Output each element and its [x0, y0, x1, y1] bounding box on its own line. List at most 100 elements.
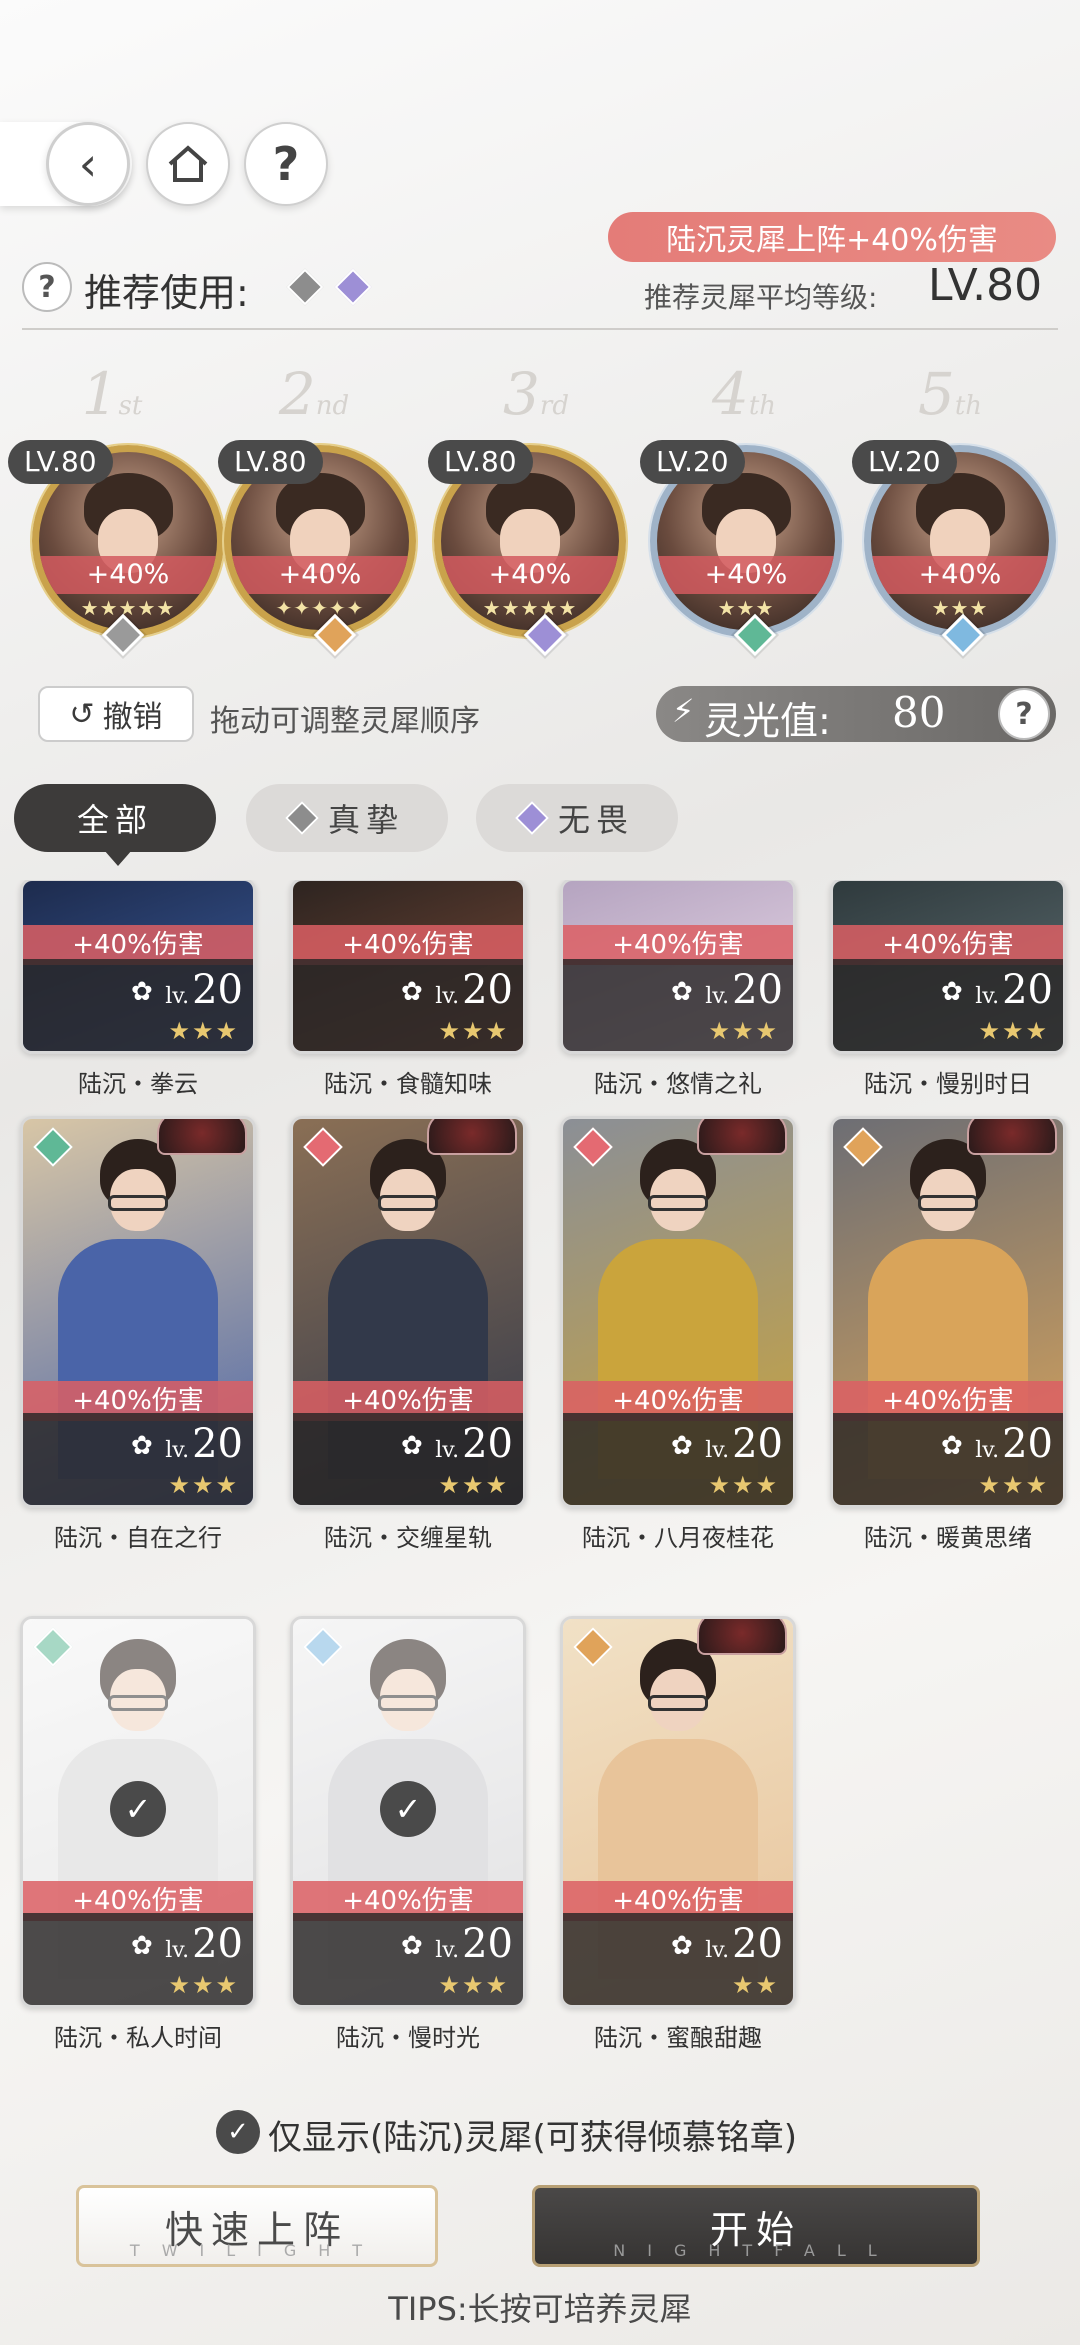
flower-icon: ✿	[941, 977, 963, 1007]
flower-icon: ✿	[131, 1931, 153, 1961]
card-name: 陆沉・蜜酿甜趣	[594, 2024, 762, 2052]
card-level: lv.20	[705, 1921, 783, 1967]
question-icon: ?	[272, 137, 300, 191]
flower-icon: ✿	[941, 1431, 963, 1461]
card-level: lv.20	[435, 1421, 513, 1467]
home-icon	[168, 145, 208, 182]
tab-sincere-label: 真挚	[327, 801, 404, 839]
energy-help-button[interactable]: ?	[998, 688, 1050, 740]
flower-icon: ✿	[401, 1431, 423, 1461]
card-level: lv.20	[165, 1921, 243, 1967]
rank-number-1: 1st	[81, 360, 143, 428]
tab-sincere[interactable]: 真挚	[246, 784, 448, 852]
undo-label: 撤销	[102, 700, 163, 735]
back-button[interactable]: ‹	[46, 122, 130, 206]
help-button[interactable]: ?	[244, 122, 328, 206]
slot-bonus: +40%	[871, 556, 1049, 594]
card-name: 陆沉・拳云	[78, 1070, 198, 1098]
card-stars: ★★★	[978, 1017, 1049, 1045]
spirit-card[interactable]: +40%伤害 ✿ lv.20 ★★★	[20, 880, 256, 1054]
flower-icon: ✿	[401, 977, 423, 1007]
spirit-card[interactable]: +40%伤害 ✿ lv.20 ★★★	[830, 880, 1066, 1054]
lightning-icon: ⚡	[672, 692, 695, 730]
spirit-card[interactable]: ✓ +40%伤害 ✿ lv.20 ★★★	[290, 1616, 526, 2008]
divider	[22, 328, 1058, 330]
crown-badge-icon	[427, 1119, 517, 1155]
undo-button[interactable]: ↺ 撤销	[38, 686, 194, 742]
card-stars: ★★★	[168, 1471, 239, 1499]
card-level: lv.20	[165, 1421, 243, 1467]
rank-number-5: 5th	[917, 360, 983, 428]
start-sub: NIGHTFALL	[613, 2241, 899, 2260]
crown-badge-icon	[157, 1119, 247, 1155]
filter-label: 仅显示(陆沉)灵犀(可获得倾慕铭章)	[268, 2118, 798, 2158]
flower-icon: ✿	[671, 1431, 693, 1461]
sincere-icon	[285, 801, 319, 835]
card-name: 陆沉・自在之行	[54, 1524, 222, 1552]
flower-icon: ✿	[671, 1931, 693, 1961]
flower-icon: ✿	[131, 977, 153, 1007]
selected-check-icon: ✓	[110, 1781, 166, 1838]
slot-stars: ★★★	[717, 596, 775, 620]
selected-check-icon: ✓	[380, 1781, 436, 1838]
home-button[interactable]	[146, 122, 230, 206]
card-stars: ★★★	[438, 1971, 509, 1999]
spirit-card[interactable]: +40%伤害 ✿ lv.20 ★★★	[560, 1116, 796, 1508]
card-level: lv.20	[165, 967, 243, 1013]
card-name: 陆沉・私人时间	[54, 2024, 222, 2052]
sincere-type-icon	[286, 268, 324, 306]
energy-bar: ⚡ 灵光值: 80	[656, 686, 1056, 743]
flower-icon: ✿	[401, 1931, 423, 1961]
fearless-icon	[515, 801, 549, 835]
question-icon: ?	[1015, 696, 1033, 732]
undo-icon: ↺	[69, 696, 95, 732]
check-icon: ✓	[227, 2117, 249, 2147]
slot-stars: ★★★★★	[482, 596, 578, 620]
tab-fearless-label: 无畏	[557, 801, 634, 839]
card-stars: ★★★	[168, 1017, 239, 1045]
energy-value: 80	[892, 688, 946, 737]
energy-label: 灵光值:	[704, 699, 831, 743]
spirit-card[interactable]: +40%伤害 ✿ lv.20 ★★★	[20, 1116, 256, 1508]
spirit-card[interactable]: ✓ +40%伤害 ✿ lv.20 ★★★	[20, 1616, 256, 2008]
tab-all[interactable]: 全部	[14, 784, 216, 852]
spirit-card[interactable]: +40%伤害 ✿ lv.20 ★★★	[290, 880, 526, 1054]
quick-deploy-sub: TWILIGHT	[129, 2241, 385, 2260]
crown-badge-icon	[697, 1619, 787, 1655]
fearless-type-icon	[334, 268, 372, 306]
slot-bonus: +40%	[441, 556, 619, 594]
card-stars: ★★★	[168, 1971, 239, 1999]
crown-badge-icon	[697, 1119, 787, 1155]
spirit-card[interactable]: +40%伤害 ✿ lv.20 ★★	[560, 1616, 796, 2008]
rank-number-4: 4th	[711, 360, 777, 428]
card-level: lv.20	[705, 1421, 783, 1467]
tab-all-label: 全部	[76, 801, 153, 839]
avg-level-label: 推荐灵犀平均等级:	[644, 281, 878, 314]
card-stars: ★★★	[438, 1471, 509, 1499]
recommend-help-button[interactable]: ?	[22, 262, 72, 312]
card-name: 陆沉・慢别时日	[864, 1070, 1032, 1098]
recommend-label: 推荐使用:	[84, 271, 249, 315]
card-name: 陆沉・悠情之礼	[594, 1070, 762, 1098]
tips-text: TIPS:长按可培养灵犀	[388, 2290, 692, 2328]
flower-icon: ✿	[131, 1431, 153, 1461]
card-name: 陆沉・食髓知味	[324, 1070, 492, 1098]
avg-level-value: LV.80	[928, 260, 1043, 311]
card-stars: ★★★	[708, 1471, 779, 1499]
bonus-hint-badge: 陆沉灵犀上阵+40%伤害	[608, 212, 1056, 262]
card-stars: ★★★	[708, 1017, 779, 1045]
filter-checkbox[interactable]: ✓	[216, 2110, 260, 2154]
slot-bonus: +40%	[231, 556, 409, 594]
card-name: 陆沉・暖黄思绪	[864, 1524, 1032, 1552]
card-stars: ★★	[731, 1971, 779, 1999]
question-icon: ?	[38, 269, 56, 305]
card-level: lv.20	[975, 967, 1053, 1013]
tab-fearless[interactable]: 无畏	[476, 784, 678, 852]
card-level: lv.20	[705, 967, 783, 1013]
spirit-card[interactable]: +40%伤害 ✿ lv.20 ★★★	[290, 1116, 526, 1508]
spirit-card[interactable]: +40%伤害 ✿ lv.20 ★★★	[560, 880, 796, 1054]
slot-level: LV.20	[640, 440, 745, 484]
spirit-card[interactable]: +40%伤害 ✿ lv.20 ★★★	[830, 1116, 1066, 1508]
start-button[interactable]: 开始 NIGHTFALL	[532, 2185, 980, 2267]
quick-deploy-button[interactable]: 快速上阵 TWILIGHT	[76, 2185, 438, 2267]
